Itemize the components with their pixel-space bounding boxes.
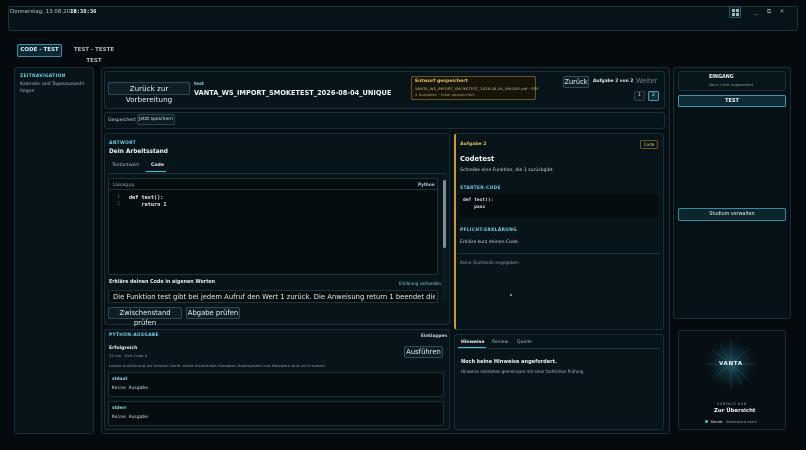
collapse-button[interactable]: Einklappen (421, 333, 447, 338)
starter-code-label: STARTER-CODE (460, 186, 501, 191)
draft-title: Entwurf gespeichert (415, 79, 468, 84)
explanation-text: Die Funktion test gibt bei jedem Aufruf … (113, 293, 435, 301)
run-meta: 32 ms · Exit-Code 0 (109, 353, 148, 358)
tab-review[interactable]: Review (492, 340, 508, 345)
page-2-button[interactable]: 2 (648, 91, 659, 101)
stdout-box (108, 372, 444, 397)
stdout-value: Keine Ausgabe (112, 386, 148, 391)
answer-section-label: ANTWORT (109, 141, 136, 146)
draft-file: VANTA_WS_IMPORT_SMOKETEST_2026-08-04_UNI… (415, 86, 539, 91)
tab-code-test[interactable]: CODE - TEST (17, 44, 62, 57)
task-label: Aufgabe 2 (460, 142, 487, 147)
hub-status-detail: Wakeword aktiv (726, 419, 757, 424)
clock-display: 18:38:36 (70, 9, 97, 15)
minimize-icon[interactable]: _ (750, 6, 762, 18)
task-description: Schreibe eine Funktion, die 1 zurückgibt… (460, 168, 554, 173)
header-kind: test (194, 82, 204, 87)
editor-filename: Lösung.py (113, 182, 135, 187)
maximize-icon[interactable]: ⧉ (763, 6, 775, 18)
tab-code[interactable]: Code (151, 163, 164, 168)
task-counter: Aufgabe 2 von 2 (593, 79, 634, 84)
tab-text-answer[interactable]: Textantwort (112, 163, 139, 168)
check-interim-button[interactable]: Zwischenstand prüfen (108, 307, 182, 327)
inbox-title: EINGANG (709, 75, 734, 80)
editor-language: Python (418, 182, 435, 187)
close-icon[interactable]: ✕ (776, 6, 788, 18)
source-note: Keine Quellseite angegeben (460, 260, 519, 265)
manage-studies-button[interactable]: Studium verwalten (678, 208, 786, 221)
code-line[interactable]: def test(): (129, 195, 163, 201)
active-tab-indicator (146, 171, 166, 172)
output-section-label: PYTHON-AUSGABE (109, 333, 159, 338)
starter-code-line: def test(): (463, 198, 494, 203)
sidebar-text: folgen (20, 89, 35, 94)
required-explanation-label: PFLICHT-ERKLÄRUNG (460, 228, 518, 233)
save-status: Gespeichert (108, 118, 136, 123)
hub-status: Bereit (711, 419, 723, 424)
explain-status: Erklärung vorhanden (399, 281, 442, 286)
inbox-subtitle: Noch nicht zugeordnet (709, 82, 754, 87)
save-bar (104, 112, 665, 129)
run-button[interactable]: Ausführen (404, 346, 443, 358)
task-type-badge: Code (640, 140, 658, 149)
stderr-label: stderr (112, 405, 127, 410)
tab-hints[interactable]: Hinweise (461, 340, 484, 345)
top-bar (8, 6, 798, 31)
starter-code-line: pass (463, 205, 486, 210)
back-to-preparation-button[interactable]: Zurück zur Vorbereitung (108, 82, 190, 104)
stderr-box (108, 401, 444, 426)
task-title: Codetest (460, 155, 495, 163)
previous-task-button[interactable]: Zurück (563, 76, 589, 88)
divider (458, 348, 660, 349)
scrollbar-thumb[interactable] (443, 180, 446, 248)
required-explanation-text: Erkläre kurz deinen Code. (460, 240, 520, 245)
divider (108, 173, 446, 174)
loading-dot (510, 294, 512, 296)
answer-title: Dein Arbeitsstand (109, 149, 168, 155)
grid-icon[interactable] (729, 6, 741, 18)
stdout-label: stdout (112, 376, 128, 381)
tab-source[interactable]: Quelle (517, 340, 532, 345)
line-number: 1 (117, 195, 120, 200)
tab-test-teste-test[interactable]: TEST - TESTE TEST (65, 44, 123, 64)
page-title: VANTA_WS_IMPORT_SMOKETEST_2026-08-04_UNI… (194, 89, 392, 97)
run-status: Erfolgreich (109, 346, 138, 351)
code-editor[interactable] (108, 178, 438, 275)
draft-note: 2 Aufgaben · lokal gespeichert (415, 92, 475, 97)
sidebar-text: Kalender und Tagesauswahl (20, 82, 84, 87)
status-dot-icon (705, 420, 708, 423)
hub-logo: VANTA (719, 361, 743, 367)
sidebar-title: ZEITNAVIGATION (20, 74, 66, 79)
hub-caption: SURFACE HUB (717, 402, 747, 406)
stderr-value: Keine Ausgabe (112, 415, 148, 420)
save-now-button[interactable]: Jetzt speichern (137, 114, 175, 125)
hub-title: Zur Übersicht (714, 408, 756, 414)
feedback-title: Noch keine Hinweise angefordert. (461, 359, 557, 365)
editor-header (108, 178, 438, 190)
line-number: 2 (117, 202, 120, 207)
explain-label: Erkläre deinen Code in eigenen Worten (109, 280, 216, 285)
test-button[interactable]: TEST (678, 95, 786, 107)
divider (458, 253, 660, 254)
page-1-button[interactable]: 1 (634, 91, 645, 101)
sandbox-note: Lokale Ausführung auf deinem Gerät. Kein… (109, 363, 326, 368)
code-line[interactable]: return 1 (129, 202, 166, 208)
feedback-text: Hinweise entstehen gemeinsam mit einer f… (461, 369, 585, 374)
left-sidebar (14, 67, 94, 434)
inbox-card (678, 71, 786, 91)
next-task-button[interactable]: Weiter (636, 77, 657, 85)
check-submission-button[interactable]: Abgabe prüfen (186, 307, 240, 319)
date-display: Donnerstag, 13.08.2026 (10, 9, 78, 15)
